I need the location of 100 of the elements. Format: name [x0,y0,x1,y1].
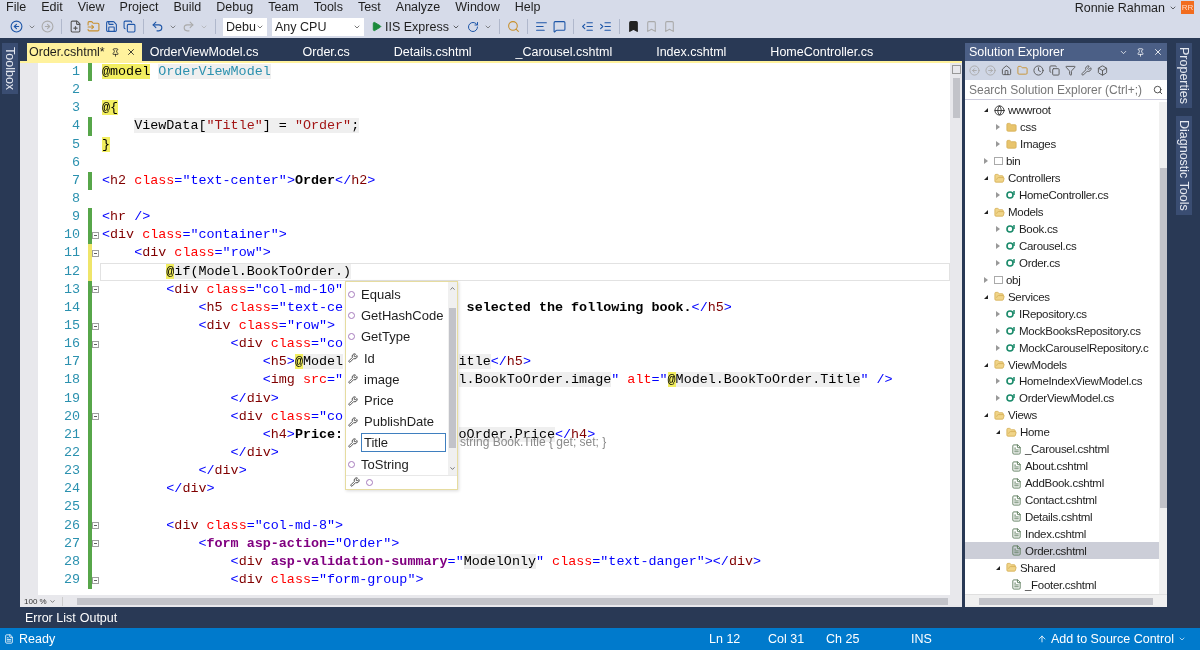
tree-item[interactable]: _Footer.cshtml [965,576,1159,594]
align-icon[interactable] [534,20,548,33]
tree-item[interactable]: bin [965,152,1159,170]
tree-item[interactable]: OrderViewModel.cs [965,389,1159,407]
menu-item[interactable]: Window [455,0,500,15]
tree-item[interactable]: MockCarouselRepository.c [965,339,1159,357]
platform-dropdown[interactable]: Any CPU [272,17,364,36]
document-tab[interactable]: Order.cs [294,43,386,61]
scrollbar[interactable] [950,63,962,595]
zoom-dropdown[interactable]: 100 % [24,596,63,606]
document-tab[interactable]: Order.cshtml* [27,43,142,61]
collapse-icon[interactable] [92,231,99,239]
tree-item[interactable]: css [965,118,1159,136]
completion-item[interactable]: PublishDate [346,411,449,433]
user-name[interactable]: Ronnie Rahman [1074,0,1165,15]
tree-item[interactable]: Details.cshtml [965,508,1159,526]
tree-item[interactable]: HomeController.cs [965,186,1159,204]
tree-item[interactable]: Views [965,406,1159,424]
menu-item[interactable]: Test [357,0,381,15]
collapse-icon[interactable] [92,540,99,548]
wrench-icon[interactable] [1081,65,1092,76]
tree-item[interactable]: obj [965,271,1159,289]
tree-item[interactable]: Home [965,423,1159,441]
indent-icon[interactable] [598,20,612,33]
tree-item[interactable]: Book.cs [965,220,1159,238]
collapse-icon[interactable] [92,286,99,294]
refresh-icon[interactable] [466,20,479,33]
comment-icon[interactable] [552,20,566,33]
tree-item[interactable]: wwwroot [965,102,1159,119]
search-field[interactable]: Search Solution Explorer (Ctrl+;) [965,80,1167,100]
collapse-icon[interactable] [92,322,99,330]
menu-item[interactable]: View [77,0,105,15]
scrollbar[interactable] [965,594,1167,607]
tree-item[interactable]: Shared [965,559,1159,577]
tree-item[interactable]: HomeIndexViewModel.cs [965,373,1159,390]
run-button[interactable]: IIS Express [369,19,462,34]
collapse-icon[interactable] [92,522,99,530]
tree-item[interactable]: _Carousel.cshtml [965,440,1159,458]
tree-item[interactable]: MockBooksRepository.cs [965,322,1159,340]
menu-item[interactable]: Analyze [395,0,441,15]
completion-item[interactable]: Price [346,389,449,412]
collapse-icon[interactable] [92,249,99,257]
scrollbar[interactable] [448,282,457,475]
completion-item[interactable]: image [346,368,449,390]
tree-item[interactable]: Order.cs [965,254,1159,272]
tree-item[interactable]: About.cshtml [965,457,1159,475]
close-icon[interactable] [1153,47,1163,57]
menu-item[interactable]: File [6,0,27,15]
configuration-dropdown[interactable]: Debu [223,17,267,36]
menu-item[interactable]: Team [268,0,299,15]
side-tab[interactable]: Diagnostic Tools [1175,116,1192,215]
completion-item[interactable]: Equals [346,284,449,306]
undo-icon[interactable] [151,20,164,33]
tree-item[interactable]: Services [965,288,1159,306]
new-file-icon[interactable] [69,20,82,33]
tree-item[interactable]: Models [965,203,1159,221]
menu-item[interactable]: Build [173,0,202,15]
collapse-icon[interactable] [92,340,99,348]
toolbox-tab[interactable]: Toolbox [2,43,18,95]
back-icon[interactable] [10,20,23,33]
tree-item[interactable]: Controllers [965,169,1159,187]
filter-icon[interactable] [1065,65,1076,76]
completion-item[interactable]: ToString [346,453,449,475]
tree-item[interactable]: Contact.cshtml [965,491,1159,509]
scroll-thumb[interactable] [1159,168,1167,508]
menu-item[interactable]: Project [119,0,159,15]
preview-icon[interactable] [1097,65,1108,76]
scroll-up-icon[interactable] [449,285,457,292]
property-filter-icon[interactable] [350,477,360,488]
menu-item[interactable]: Edit [41,0,63,15]
panel-tab[interactable]: Output [79,610,118,625]
copy-icon[interactable] [1049,65,1060,76]
clock-icon[interactable] [1033,65,1044,76]
panel-tab[interactable]: Error List [25,610,76,625]
tree-item[interactable]: ViewModels [965,356,1159,373]
save-icon[interactable] [105,20,118,33]
collapse-icon[interactable] [92,576,99,584]
tree-item[interactable]: Index.cshtml [965,525,1159,543]
splitter-icon[interactable] [951,65,961,74]
document-tab[interactable]: Index.cshtml [648,43,763,61]
collapse-icon[interactable] [92,413,99,421]
document-tab[interactable]: HomeController.cs [762,43,910,61]
completion-item[interactable]: GetHashCode [346,305,449,327]
completion-item[interactable]: Id [346,347,449,369]
close-icon[interactable] [125,47,136,57]
tree-item[interactable]: Images [965,135,1159,153]
tree-item[interactable]: Carousel.cs [965,237,1159,255]
scroll-thumb[interactable] [449,308,457,449]
scroll-down-icon[interactable] [449,464,457,472]
scrollbar[interactable] [1159,102,1167,594]
completion-item[interactable]: GetType [346,326,449,348]
save-all-icon[interactable] [123,20,136,33]
menu-item[interactable]: Help [514,0,541,15]
scrollbar[interactable] [77,597,948,605]
menu-item[interactable]: Debug [216,0,254,15]
document-tab[interactable]: _Carousel.cshtml [507,43,649,61]
tree-item[interactable]: IRepository.cs [965,305,1159,323]
outdent-icon[interactable] [580,20,594,33]
tree-item[interactable]: Order.cshtml [965,542,1159,560]
document-tab[interactable]: OrderViewModel.cs [141,43,295,61]
